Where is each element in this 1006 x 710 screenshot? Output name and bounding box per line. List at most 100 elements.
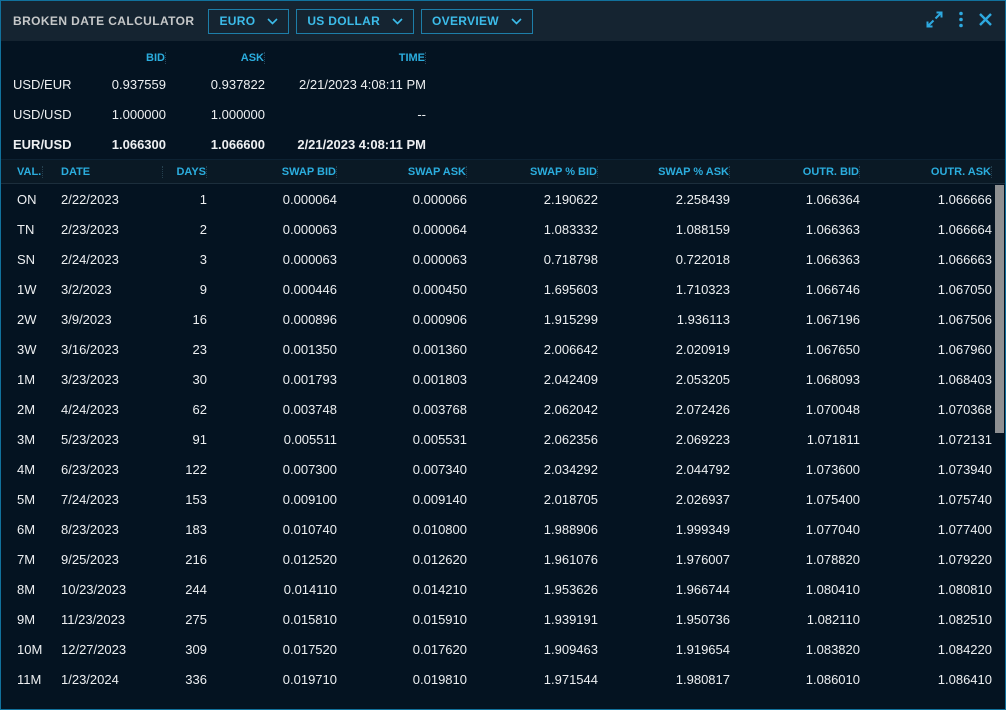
cell-swap-pct-ask: 1.710323 [598,282,730,297]
cell-swap-bid: 0.007300 [207,462,337,477]
cell-swap-pct-ask: 0.722018 [598,252,730,267]
cell-date: 3/2/2023 [43,282,163,297]
broken-date-calculator-window: BROKEN DATE CALCULATOR EURO US DOLLAR OV… [0,0,1006,710]
cell-days: 23 [163,342,207,357]
table-row[interactable]: TN 2/23/2023 2 0.000063 0.000064 1.08333… [1,214,1005,244]
table-row[interactable]: 4M 6/23/2023 122 0.007300 0.007340 2.034… [1,454,1005,484]
cell-swap-bid: 0.010740 [207,522,337,537]
cell-outr-bid: 1.083820 [730,642,860,657]
table-row[interactable]: 9M 11/23/2023 275 0.015810 0.015910 1.93… [1,604,1005,634]
table-row[interactable]: 1M 3/23/2023 30 0.001793 0.001803 2.0424… [1,364,1005,394]
cell-swap-pct-bid: 0.718798 [467,252,598,267]
cell-outr-bid: 1.068093 [730,372,860,387]
currency-2-dropdown[interactable]: US DOLLAR [296,9,414,34]
table-row[interactable]: 11M 1/23/2024 336 0.019710 0.019810 1.97… [1,664,1005,694]
cell-swap-bid: 0.015810 [207,612,337,627]
quote-ask-value: 1.000000 [166,107,265,122]
cell-val: 9M [1,612,43,627]
cell-swap-ask: 0.000066 [337,192,467,207]
table-row[interactable]: 1W 3/2/2023 9 0.000446 0.000450 1.695603… [1,274,1005,304]
cell-swap-ask: 0.003768 [337,402,467,417]
cell-swap-pct-bid: 2.042409 [467,372,598,387]
cell-swap-pct-ask: 2.044792 [598,462,730,477]
cell-swap-ask: 0.010800 [337,522,467,537]
cell-date: 3/16/2023 [43,342,163,357]
quote-row: USD/EUR 0.937559 0.937822 2/21/2023 4:08… [1,69,1005,99]
cell-swap-pct-bid: 2.062042 [467,402,598,417]
cell-date: 4/24/2023 [43,402,163,417]
cell-swap-pct-ask: 1.976007 [598,552,730,567]
menu-button[interactable] [958,10,964,32]
cell-swap-ask: 0.001803 [337,372,467,387]
cell-val: 4M [1,462,43,477]
quote-ask-value: 0.937822 [166,77,265,92]
quote-time-value: -- [265,107,426,122]
cell-days: 3 [163,252,207,267]
table-row[interactable]: 3W 3/16/2023 23 0.001350 0.001360 2.0066… [1,334,1005,364]
cell-val: 8M [1,582,43,597]
cell-swap-bid: 0.012520 [207,552,337,567]
expand-button[interactable] [925,10,944,32]
cell-swap-ask: 0.012620 [337,552,467,567]
cell-swap-pct-ask: 1.999349 [598,522,730,537]
view-mode-dropdown-label: OVERVIEW [432,14,499,28]
cell-date: 6/23/2023 [43,462,163,477]
cell-swap-bid: 0.000896 [207,312,337,327]
cell-outr-bid: 1.077040 [730,522,860,537]
cell-outr-bid: 1.067196 [730,312,860,327]
cell-swap-pct-ask: 2.069223 [598,432,730,447]
table-row[interactable]: SN 2/24/2023 3 0.000063 0.000063 0.71879… [1,244,1005,274]
cell-outr-bid: 1.067650 [730,342,860,357]
cell-val: 7M [1,552,43,567]
header-outr-bid: OUTR. BID [730,166,860,178]
cell-days: 153 [163,492,207,507]
scrollbar-thumb[interactable] [995,185,1004,433]
currency-1-dropdown[interactable]: EURO [208,9,289,34]
cell-date: 2/24/2023 [43,252,163,267]
cell-outr-ask: 1.067506 [860,312,992,327]
currency-1-dropdown-label: EURO [219,14,255,28]
cell-date: 12/27/2023 [43,642,163,657]
cell-swap-pct-bid: 1.083332 [467,222,598,237]
quote-ask-value: 1.066600 [166,137,265,152]
quote-pair-label: EUR/USD [1,137,93,152]
cell-date: 7/24/2023 [43,492,163,507]
cell-swap-ask: 0.000450 [337,282,467,297]
view-mode-dropdown[interactable]: OVERVIEW [421,9,533,34]
cell-swap-ask: 0.007340 [337,462,467,477]
quote-time-value: 2/21/2023 4:08:11 PM [265,137,426,152]
currency-2-dropdown-label: US DOLLAR [307,14,380,28]
cell-outr-ask: 1.082510 [860,612,992,627]
table-row[interactable]: 5M 7/24/2023 153 0.009100 0.009140 2.018… [1,484,1005,514]
header-swap-ask: SWAP ASK [337,166,467,178]
table-row[interactable]: 8M 10/23/2023 244 0.014110 0.014210 1.95… [1,574,1005,604]
cell-swap-pct-bid: 1.961076 [467,552,598,567]
header-swap-pct-bid: SWAP % BID [467,166,598,178]
cell-outr-ask: 1.079220 [860,552,992,567]
cell-swap-pct-bid: 2.034292 [467,462,598,477]
cell-swap-bid: 0.005511 [207,432,337,447]
cell-swap-bid: 0.000446 [207,282,337,297]
cell-outr-ask: 1.068403 [860,372,992,387]
cell-val: 11M [1,672,43,687]
cell-swap-ask: 0.014210 [337,582,467,597]
cell-days: 309 [163,642,207,657]
table-body: ON 2/22/2023 1 0.000064 0.000066 2.19062… [1,184,1005,709]
table-row[interactable]: ON 2/22/2023 1 0.000064 0.000066 2.19062… [1,184,1005,214]
chevron-down-icon [511,18,522,25]
cell-date: 5/23/2023 [43,432,163,447]
cell-date: 8/23/2023 [43,522,163,537]
cell-val: 1M [1,372,43,387]
table-row[interactable]: 7M 9/25/2023 216 0.012520 0.012620 1.961… [1,544,1005,574]
table-row[interactable]: 6M 8/23/2023 183 0.010740 0.010800 1.988… [1,514,1005,544]
table-row[interactable]: 3M 5/23/2023 91 0.005511 0.005531 2.0623… [1,424,1005,454]
cell-val: 3W [1,342,43,357]
table-row[interactable]: 2W 3/9/2023 16 0.000896 0.000906 1.91529… [1,304,1005,334]
close-button[interactable] [978,12,993,30]
vertical-scrollbar[interactable] [995,185,1004,708]
title-bar: BROKEN DATE CALCULATOR EURO US DOLLAR OV… [1,1,1005,41]
cell-swap-pct-bid: 2.190622 [467,192,598,207]
table-row[interactable]: 10M 12/27/2023 309 0.017520 0.017620 1.9… [1,634,1005,664]
cell-outr-ask: 1.086410 [860,672,992,687]
table-row[interactable]: 2M 4/24/2023 62 0.003748 0.003768 2.0620… [1,394,1005,424]
